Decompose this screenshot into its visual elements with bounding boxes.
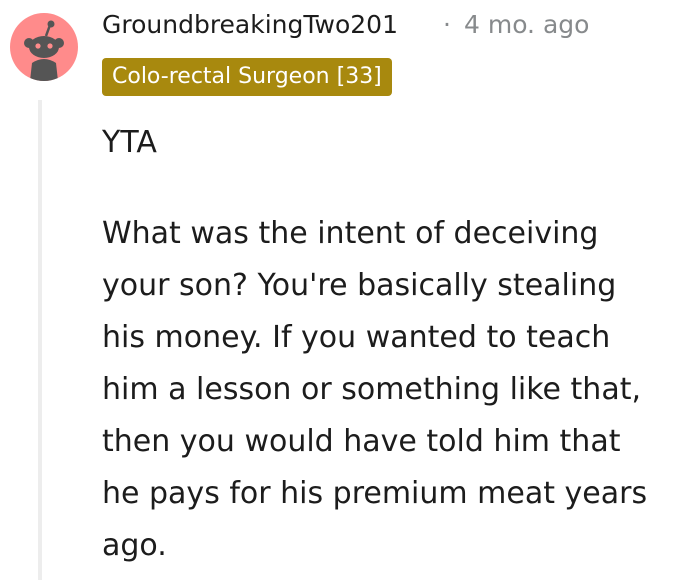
snoo-avatar-icon [24, 20, 64, 81]
comment-text-line: your son? You're basically stealing [102, 268, 617, 303]
user-flair: Colo-rectal Surgeon [33] [102, 58, 392, 96]
comment-text-line: What was the intent of deceiving [102, 216, 599, 251]
comment-verdict: YTA [102, 125, 157, 160]
thread-line[interactable] [38, 100, 42, 580]
comment-text-line: his money. If you wanted to teach [102, 320, 611, 355]
comment-text-line: then you would have told him that [102, 424, 621, 459]
comment-text-line: ago. [102, 528, 167, 563]
comment-timestamp[interactable]: 4 mo. ago [464, 10, 589, 40]
meta-separator: · [443, 10, 451, 39]
comment-author[interactable]: GroundbreakingTwo201 [102, 10, 398, 40]
avatar[interactable] [10, 13, 78, 81]
comment-text-line: he pays for his premium meat years [102, 476, 648, 511]
comment-text-line: him a lesson or something like that, [102, 372, 642, 407]
